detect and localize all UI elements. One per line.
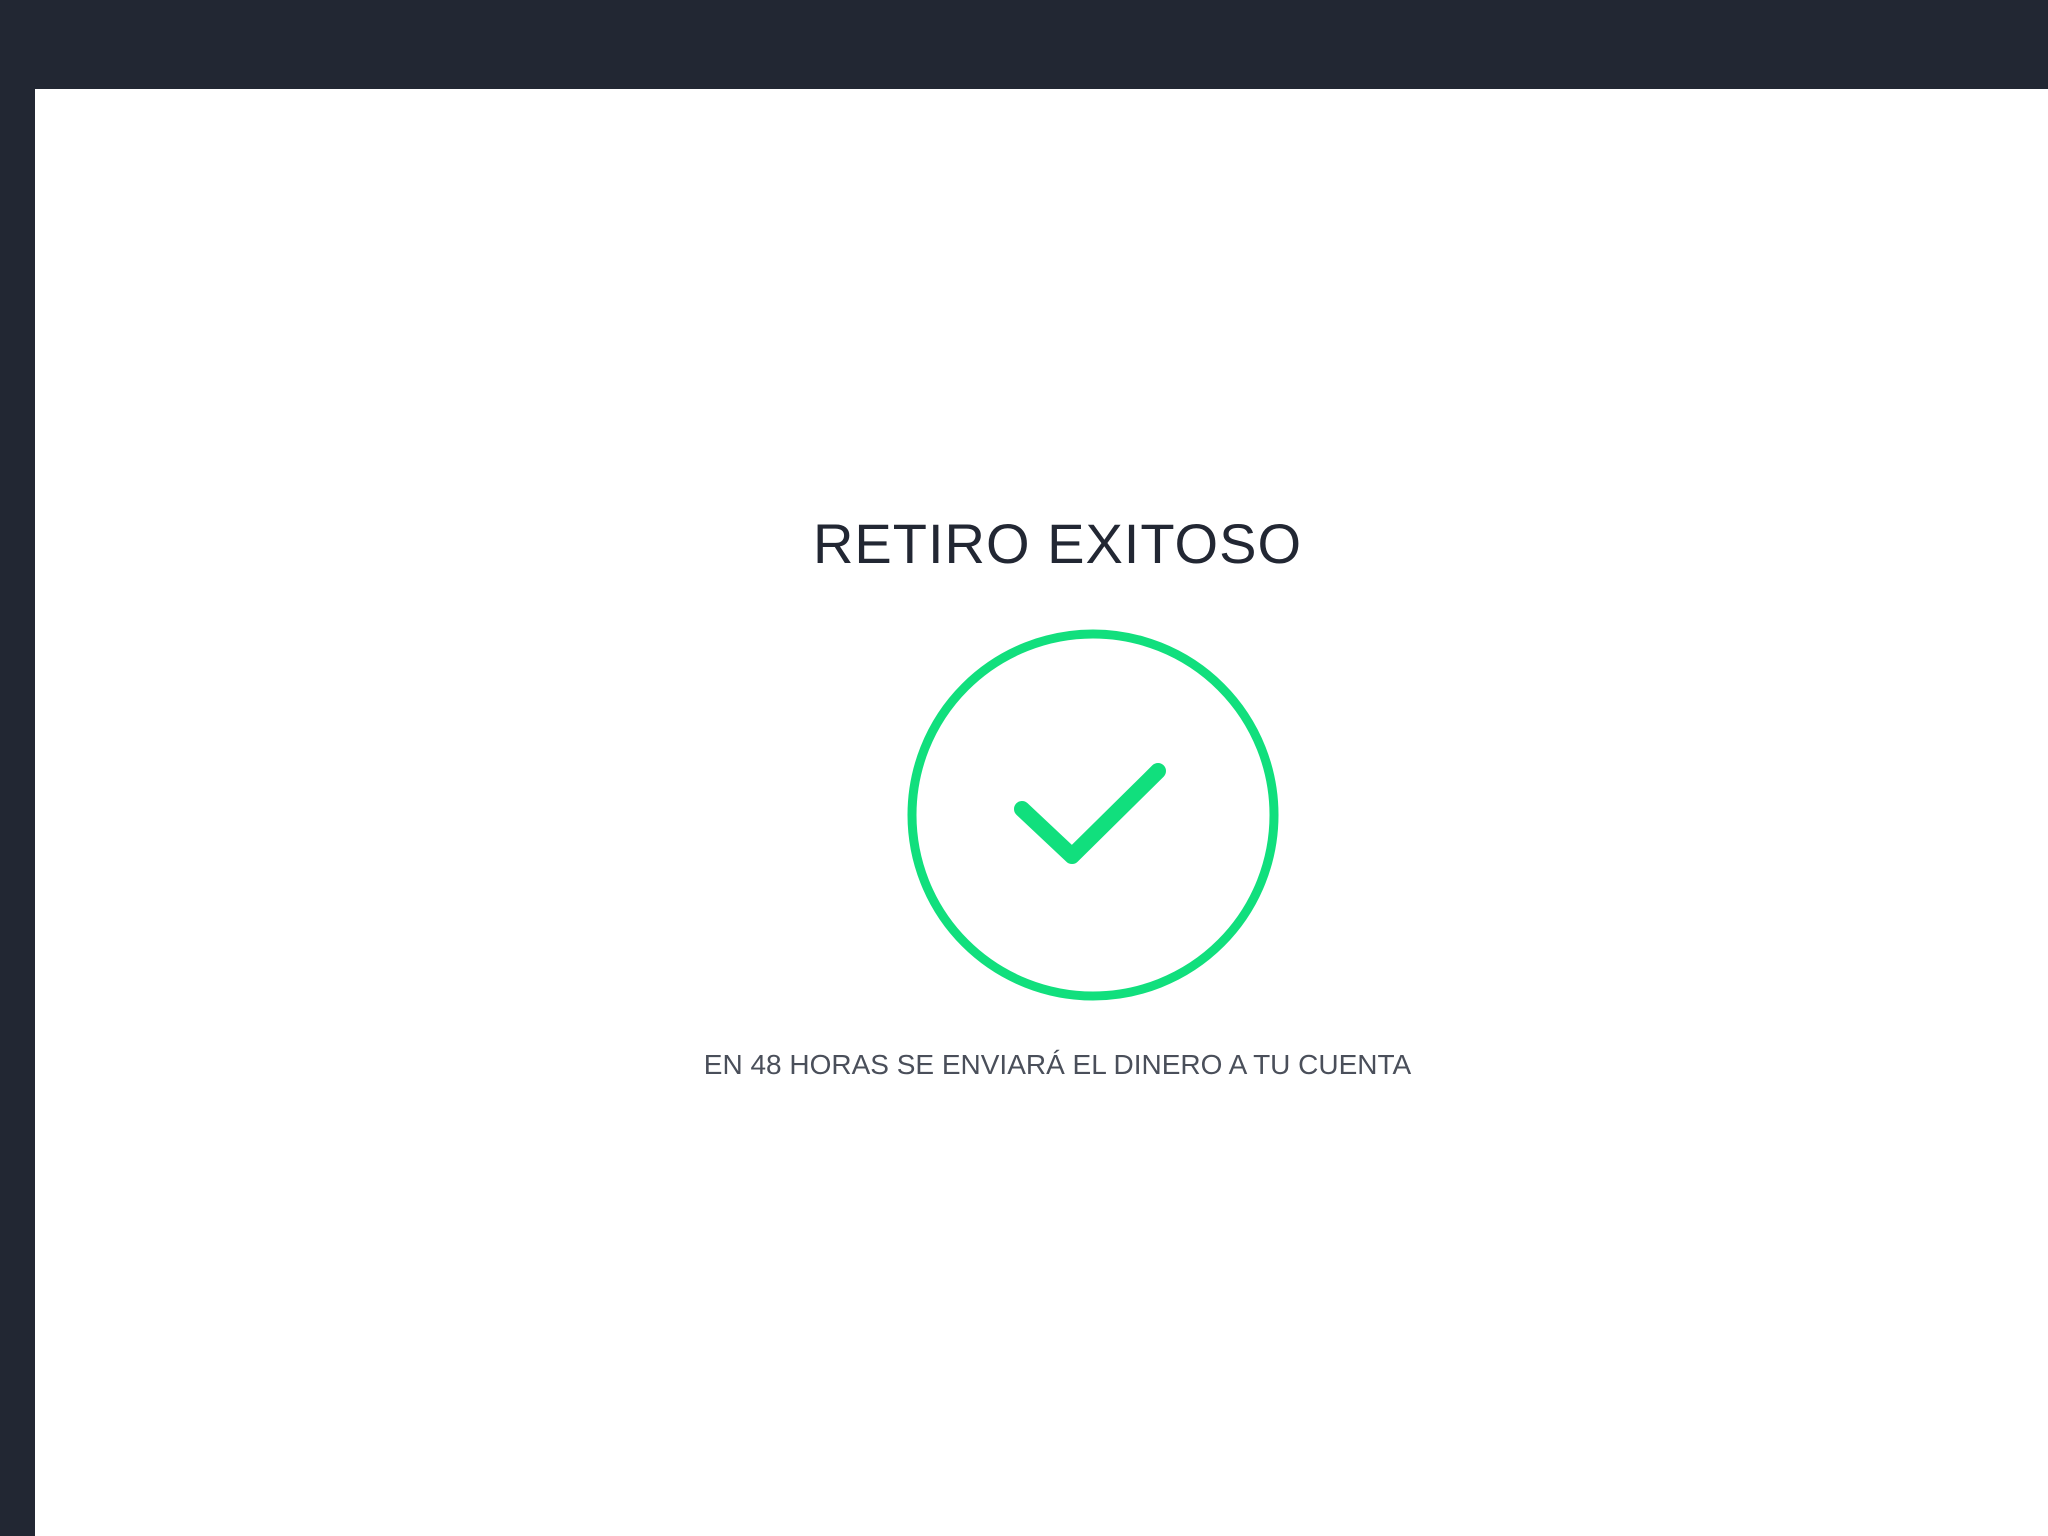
page-title: RETIRO EXITOSO [812, 512, 1303, 575]
top-bar [0, 0, 2048, 89]
check-circle-icon [907, 629, 1279, 1001]
success-page: RETIRO EXITOSO EN 48 HORAS SE ENVIARÁ EL… [35, 89, 2048, 1536]
left-sidebar [0, 0, 35, 1536]
transfer-message: EN 48 HORAS SE ENVIARÁ EL DINERO A TU CU… [703, 1049, 1412, 1080]
